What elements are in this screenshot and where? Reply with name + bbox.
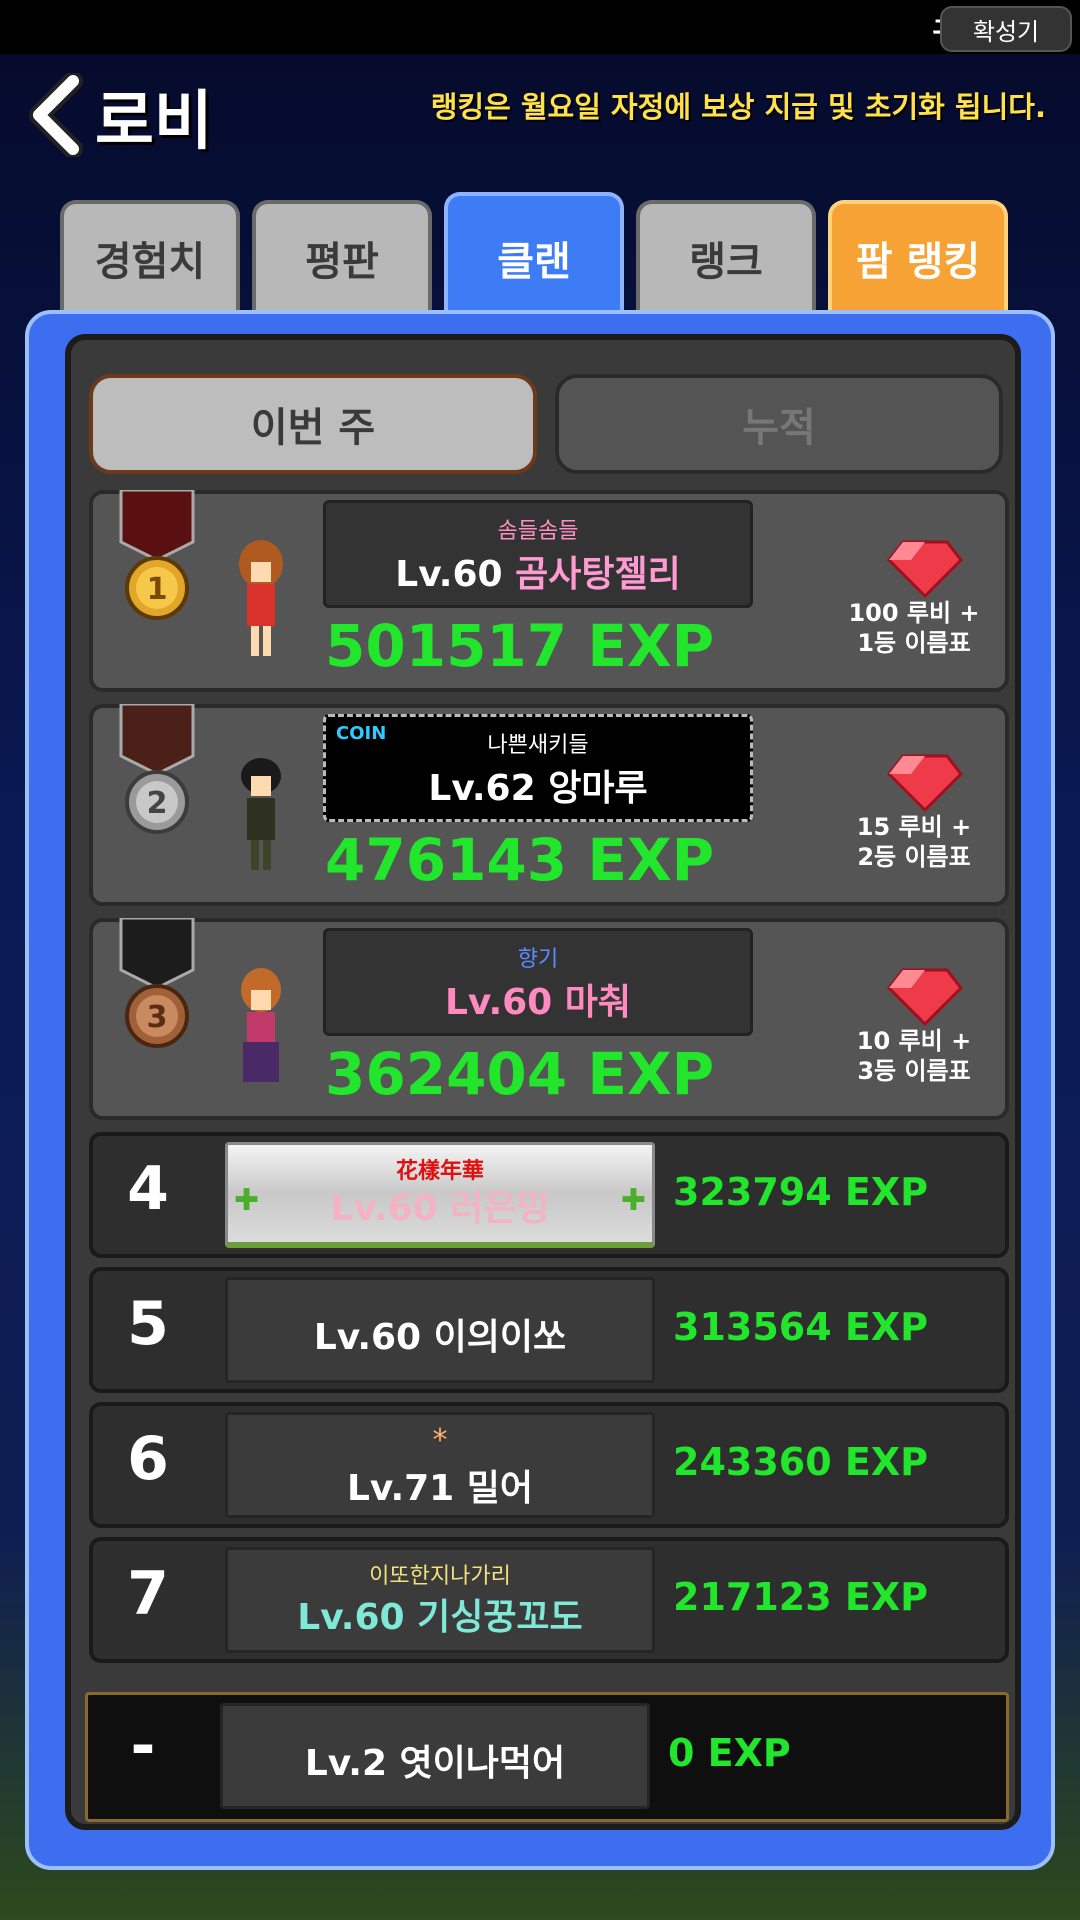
- player-name: Lv.71 밀어: [346, 1468, 534, 1509]
- player-name: Lv.62 앙마루: [326, 759, 750, 811]
- clan-name: 향기: [517, 947, 559, 972]
- clan-name: 이또한지나가리: [369, 1564, 511, 1589]
- tab-farm-ranking[interactable]: 팜 랭킹: [828, 200, 1008, 312]
- ruby-icon: [887, 968, 963, 1026]
- exp-value: 501517 EXP: [325, 612, 715, 680]
- rank-number: -: [130, 1711, 156, 1781]
- tab-rank[interactable]: 랭크: [636, 200, 816, 312]
- reward-ruby: 10 루비 +: [856, 1027, 972, 1055]
- exp-value: 313564 EXP: [673, 1305, 928, 1349]
- player-name: Lv.60 기싱꿍꼬도: [297, 1597, 583, 1638]
- reward-text: 100 루비 + 1등 이름표: [839, 598, 989, 658]
- ranking-panel: 이번 주 누적 1 솜들솜들 Lv.60 곰사탕젤리 501517 EXP 10…: [25, 310, 1055, 1870]
- chevron-left-icon: [29, 73, 83, 157]
- nameplate: 솜들솜들 Lv.60 곰사탕젤리: [323, 500, 753, 608]
- player-level: Lv.60: [444, 982, 553, 1023]
- bronze-medal-icon: 3: [119, 918, 195, 1048]
- my-rank-row[interactable]: - Lv.2 엿이나먹어 0 EXP: [85, 1692, 1009, 1822]
- rank-row-6[interactable]: 6 * Lv.71 밀어 243360 EXP: [89, 1402, 1009, 1528]
- rank-number: 4: [127, 1154, 169, 1224]
- gold-medal-icon: 1: [119, 490, 195, 620]
- clan-name: 솜들솜들: [497, 519, 579, 544]
- avatar: [241, 968, 281, 1082]
- reward-nametag: 1등 이름표: [857, 629, 971, 657]
- svg-text:2: 2: [147, 786, 168, 821]
- exp-value: 0 EXP: [668, 1731, 791, 1775]
- rank-row-5[interactable]: 5 Lv.60 이의이쏘 313564 EXP: [89, 1267, 1009, 1393]
- tab-reputation[interactable]: 평판: [252, 200, 432, 312]
- megaphone-button[interactable]: 확성기: [940, 6, 1072, 52]
- player-name: Lv.60 러은밍: [330, 1188, 550, 1229]
- exp-value: 362404 EXP: [325, 1040, 715, 1108]
- svg-text:1: 1: [147, 572, 168, 607]
- reward-text: 15 루비 + 2등 이름표: [839, 812, 989, 872]
- tab-clan[interactable]: 클랜: [444, 192, 624, 320]
- exp-value: 217123 EXP: [673, 1575, 928, 1619]
- page-title: 로비: [95, 85, 213, 159]
- nameplate: COIN 나쁜새키들 Lv.62 앙마루: [323, 714, 753, 822]
- exp-value: 243360 EXP: [673, 1440, 928, 1484]
- rank-card-3[interactable]: 3 향기 Lv.60 마춰 362404 EXP 10 루비 + 3등 이름표: [89, 918, 1009, 1120]
- player-name: Lv.2 엿이나먹어: [304, 1743, 566, 1784]
- avatar: [239, 540, 283, 656]
- subtab-cumulative[interactable]: 누적: [555, 374, 1003, 474]
- back-button[interactable]: [22, 70, 92, 160]
- avatar: [241, 758, 281, 870]
- tab-exp[interactable]: 경험치: [60, 200, 240, 312]
- clan-name: *: [432, 1423, 448, 1458]
- nameplate: Lv.2 엿이나먹어: [220, 1703, 650, 1809]
- rank-row-7[interactable]: 7 이또한지나가리 Lv.60 기싱꿍꼬도 217123 EXP: [89, 1537, 1009, 1663]
- rank-card-2[interactable]: 2 COIN 나쁜새키들 Lv.62 앙마루 476143 EXP 15 루비 …: [89, 704, 1009, 906]
- nameplate: Lv.60 이의이쏘: [225, 1277, 655, 1383]
- reward-ruby: 100 루비 +: [848, 599, 980, 627]
- rank-number: 6: [127, 1424, 169, 1494]
- player-level: Lv.62: [428, 768, 536, 809]
- player-name: Lv.60 마춰: [326, 973, 750, 1025]
- reward-ruby: 15 루비 +: [856, 813, 972, 841]
- reward-nametag: 2등 이름표: [857, 843, 971, 871]
- ranking-list: 이번 주 누적 1 솜들솜들 Lv.60 곰사탕젤리 501517 EXP 10…: [65, 334, 1021, 1830]
- clan-name: 나쁜새키들: [487, 733, 589, 758]
- ranking-notice: 랭킹은 월요일 자정에 보상 지급 및 초기화 됩니다.: [430, 90, 1046, 124]
- ranking-tabs: 경험치 평판 클랜 랭크 팜 랭킹: [60, 192, 1020, 320]
- reward-nametag: 3등 이름표: [857, 1057, 971, 1085]
- rank-number: 5: [127, 1289, 169, 1359]
- player-name: Lv.60 이의이쏘: [313, 1317, 567, 1358]
- rank-card-1[interactable]: 1 솜들솜들 Lv.60 곰사탕젤리 501517 EXP 100 루비 + 1…: [89, 490, 1009, 692]
- rank-row-4[interactable]: 4 ✚ ✚ 花樣年華 Lv.60 러은밍 323794 EXP: [89, 1132, 1009, 1258]
- status-bar: 귀 확성기: [0, 0, 1080, 54]
- ruby-icon: [887, 754, 963, 812]
- exp-value: 476143 EXP: [325, 826, 715, 894]
- player-nick: 앙마루: [548, 768, 648, 809]
- svg-text:3: 3: [147, 1000, 168, 1035]
- player-nick: 마춰: [564, 982, 632, 1023]
- player-nick: 곰사탕젤리: [515, 554, 681, 595]
- ruby-icon: [887, 540, 963, 598]
- subtab-this-week[interactable]: 이번 주: [89, 374, 537, 474]
- nameplate: * Lv.71 밀어: [225, 1412, 655, 1518]
- reward-text: 10 루비 + 3등 이름표: [839, 1026, 989, 1086]
- silver-medal-icon: 2: [119, 704, 195, 834]
- player-name: Lv.60 곰사탕젤리: [326, 545, 750, 597]
- exp-value: 323794 EXP: [673, 1170, 928, 1214]
- rank-number: 7: [127, 1559, 169, 1629]
- nameplate: ✚ ✚ 花樣年華 Lv.60 러은밍: [225, 1142, 655, 1248]
- nameplate: 향기 Lv.60 마춰: [323, 928, 753, 1036]
- nameplate: 이또한지나가리 Lv.60 기싱꿍꼬도: [225, 1547, 655, 1653]
- player-level: Lv.60: [395, 554, 503, 595]
